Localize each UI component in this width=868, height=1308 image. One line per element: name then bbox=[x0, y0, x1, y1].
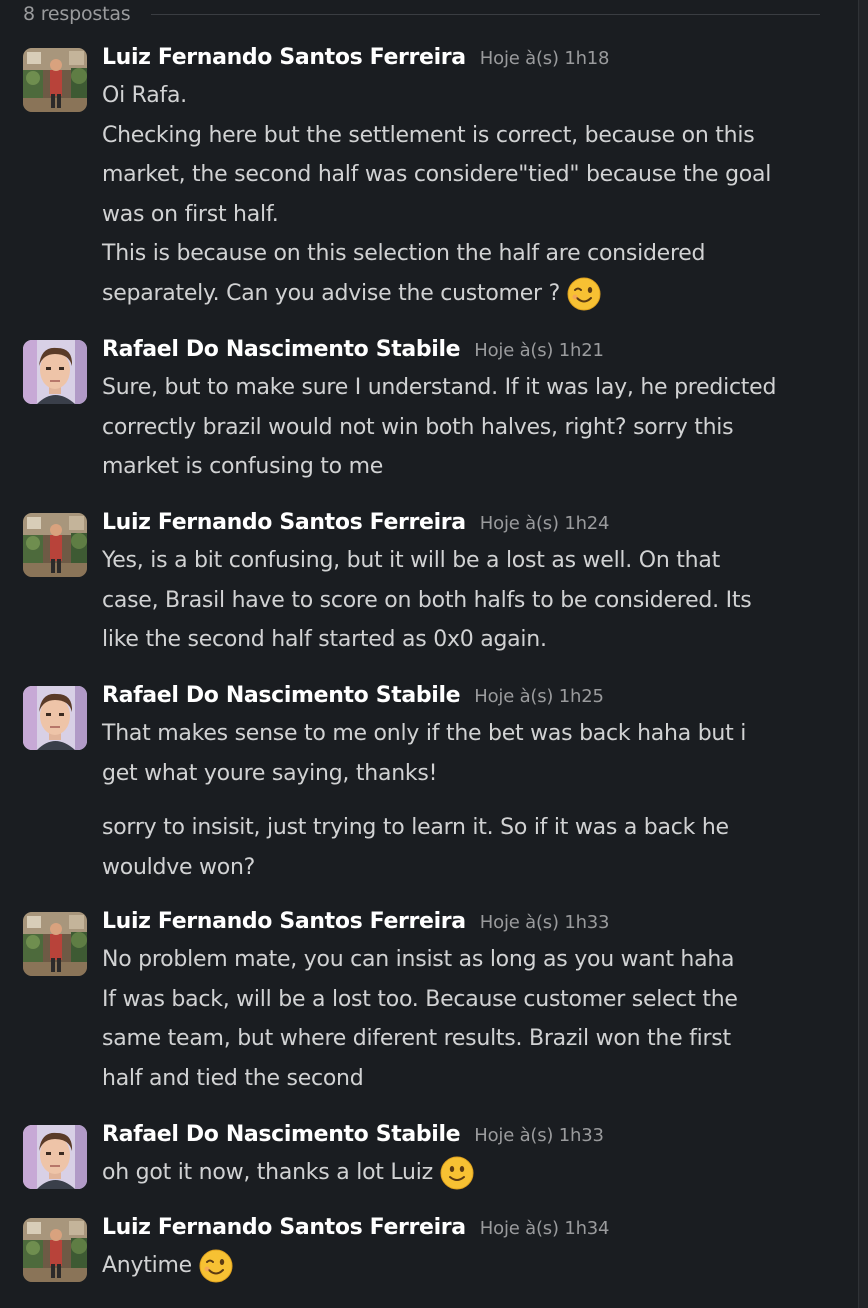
message-timestamp[interactable]: Hoje à(s) 1h25 bbox=[474, 686, 604, 707]
smiling-face-emoji bbox=[440, 1156, 474, 1190]
thread-panel: 8 respostas Luiz Fernando Santos Ferreir… bbox=[0, 0, 858, 1308]
message-line-with-emoji: separately. Can you advise the customer … bbox=[102, 274, 832, 314]
message-line: Sure, but to make sure I understand. If … bbox=[102, 375, 777, 400]
message-timestamp[interactable]: Hoje à(s) 1h24 bbox=[480, 513, 610, 534]
message-line: sorry to insisit, just trying to learn i… bbox=[102, 815, 729, 841]
avatar-photo-rafael[interactable] bbox=[23, 1125, 87, 1189]
avatar-photo-rafael[interactable] bbox=[23, 340, 87, 404]
message-line: get what youre saying, thanks! bbox=[102, 760, 438, 786]
message-line: separately. Can you advise the customer … bbox=[102, 280, 560, 306]
message-line: market is confusing to me bbox=[102, 454, 384, 480]
message-body: Yes, is a bit confusing, but it will be … bbox=[102, 541, 832, 660]
message-header: Luiz Fernando Santos Ferreira Hoje à(s) … bbox=[102, 510, 609, 540]
message-body: No problem mate, you can insist as long … bbox=[102, 940, 832, 1098]
message-timestamp[interactable]: Hoje à(s) 1h34 bbox=[480, 1218, 610, 1239]
author-name[interactable]: Luiz Fernando Santos Ferreira bbox=[102, 909, 466, 934]
message-header: Luiz Fernando Santos Ferreira Hoje à(s) … bbox=[102, 45, 609, 75]
message-line: No problem mate, you can insist as long … bbox=[102, 947, 735, 972]
message-header: Luiz Fernando Santos Ferreira Hoje à(s) … bbox=[102, 909, 609, 939]
message-line: Anytime bbox=[102, 1253, 192, 1278]
message-line: correctly brazil would not win both halv… bbox=[102, 414, 734, 440]
author-name[interactable]: Rafael Do Nascimento Stabile bbox=[102, 337, 461, 362]
avatar-photo-luiz[interactable] bbox=[23, 912, 87, 976]
message-body: Anytime bbox=[102, 1246, 832, 1286]
message-line: If was back, will be a lost too. Because… bbox=[102, 986, 738, 1012]
message-header: Rafael Do Nascimento Stabile Hoje à(s) 1… bbox=[102, 337, 604, 367]
message-body: Sure, but to make sure I understand. If … bbox=[102, 368, 832, 487]
message-line-with-emoji: oh got it now, thanks a lot Luiz bbox=[102, 1153, 832, 1193]
avatar-photo-luiz[interactable] bbox=[23, 513, 87, 577]
avatar-photo-rafael[interactable] bbox=[23, 686, 87, 750]
message-timestamp[interactable]: Hoje à(s) 1h33 bbox=[474, 1125, 604, 1146]
message-header: Luiz Fernando Santos Ferreira Hoje à(s) … bbox=[102, 1215, 609, 1245]
message-timestamp[interactable]: Hoje à(s) 1h33 bbox=[480, 912, 610, 933]
message-line-with-emoji: Anytime bbox=[102, 1246, 832, 1286]
message-line: This is because on this selection the ha… bbox=[102, 241, 706, 267]
message-line: market, the second half was considere"ti… bbox=[102, 162, 772, 188]
message-line: was on first half. bbox=[102, 201, 279, 227]
scrollbar-track[interactable] bbox=[858, 0, 868, 1308]
message-body: That makes sense to me only if the bet w… bbox=[102, 714, 832, 887]
author-name[interactable]: Rafael Do Nascimento Stabile bbox=[102, 1122, 461, 1147]
replies-divider bbox=[150, 13, 820, 15]
author-name[interactable]: Rafael Do Nascimento Stabile bbox=[102, 683, 461, 708]
message-line: Oi Rafa. bbox=[102, 83, 187, 108]
author-name[interactable]: Luiz Fernando Santos Ferreira bbox=[102, 1215, 466, 1240]
message-line: oh got it now, thanks a lot Luiz bbox=[102, 1160, 433, 1185]
message-line: same team, but where diferent results. B… bbox=[102, 1026, 731, 1052]
message-line: That makes sense to me only if the bet w… bbox=[102, 721, 747, 746]
message-body: oh got it now, thanks a lot Luiz bbox=[102, 1153, 832, 1193]
winking-face-emoji bbox=[199, 1249, 233, 1283]
message-timestamp[interactable]: Hoje à(s) 1h18 bbox=[480, 48, 610, 69]
message-body: Oi Rafa. Checking here but the settlemen… bbox=[102, 76, 832, 314]
message-header: Rafael Do Nascimento Stabile Hoje à(s) 1… bbox=[102, 1122, 604, 1152]
avatar-photo-luiz[interactable] bbox=[23, 1218, 87, 1282]
avatar-photo-luiz[interactable] bbox=[23, 48, 87, 112]
author-name[interactable]: Luiz Fernando Santos Ferreira bbox=[102, 45, 466, 70]
replies-header: 8 respostas bbox=[23, 2, 820, 26]
message-line: like the second half started as 0x0 agai… bbox=[102, 627, 547, 653]
message-line: Yes, is a bit confusing, but it will be … bbox=[102, 548, 720, 573]
message-line: Checking here but the settlement is corr… bbox=[102, 122, 755, 148]
replies-count[interactable]: 8 respostas bbox=[23, 3, 131, 25]
message-header: Rafael Do Nascimento Stabile Hoje à(s) 1… bbox=[102, 683, 604, 713]
message-line: half and tied the second bbox=[102, 1065, 364, 1091]
message-line: case, Brasil have to score on both halfs… bbox=[102, 587, 752, 613]
winking-face-emoji bbox=[567, 277, 601, 311]
message-line: wouldve won? bbox=[102, 854, 256, 880]
message-timestamp[interactable]: Hoje à(s) 1h21 bbox=[474, 340, 604, 361]
author-name[interactable]: Luiz Fernando Santos Ferreira bbox=[102, 510, 466, 535]
